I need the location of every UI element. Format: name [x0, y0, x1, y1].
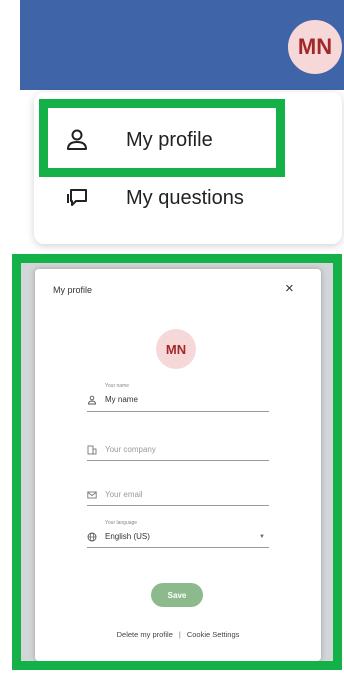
menu-item-label: My questions — [126, 186, 244, 209]
highlight-frame-profile-dialog — [12, 254, 342, 670]
chat-bubble-icon — [67, 189, 87, 206]
screen: MN My profile My questions My profile × … — [0, 0, 344, 673]
user-avatar-button[interactable]: MN — [288, 20, 342, 74]
highlight-frame-my-profile — [39, 99, 285, 177]
top-bar: MN — [20, 0, 344, 90]
menu-item-my-questions[interactable]: My questions — [34, 170, 342, 226]
